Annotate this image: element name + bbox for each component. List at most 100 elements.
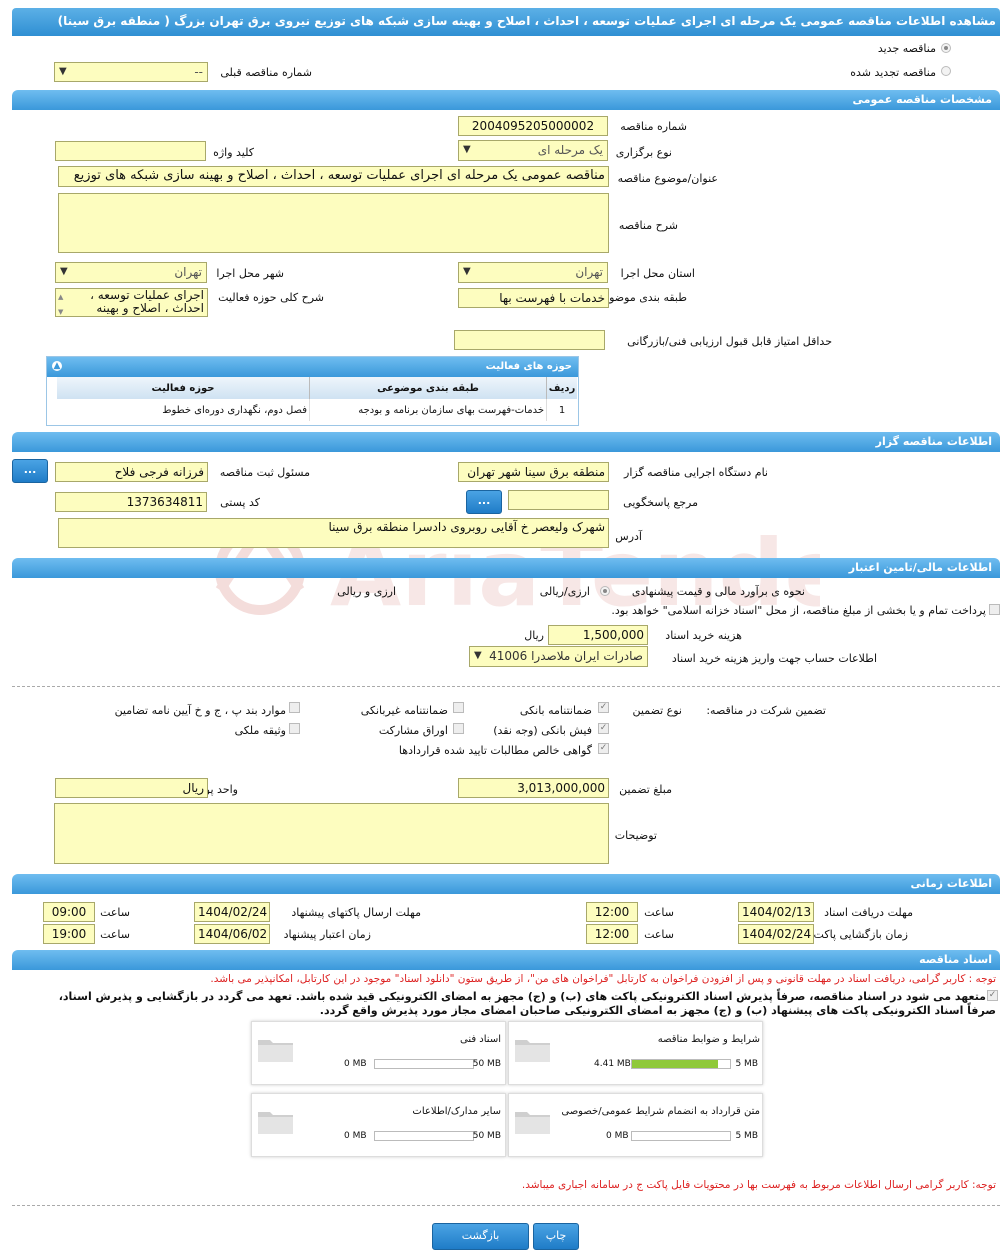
section-general: مشخصات مناقصه عمومی <box>12 90 1000 110</box>
time-label: ساعت <box>644 928 674 941</box>
folder-icon <box>513 1034 553 1067</box>
subject-field[interactable]: مناقصه عمومی یک مرحله ای اجرای عملیات تو… <box>58 166 609 187</box>
collapse-icon[interactable]: ▲ <box>52 361 62 371</box>
bank-receipt-label: فیش بانکی (وجه نقد) <box>493 724 592 737</box>
keyword-field[interactable] <box>55 141 206 161</box>
chevron-down-icon: ▼ <box>463 266 471 277</box>
scroll-up-icon[interactable]: ▲ <box>58 291 63 304</box>
city-select[interactable]: تهران ▼ <box>55 262 207 283</box>
currency-unit-field[interactable]: ریال <box>55 778 208 798</box>
opening-time[interactable]: 12:00 <box>586 924 638 944</box>
commitment-checkbox[interactable]: ✓ <box>987 990 998 1001</box>
doc-receive-date[interactable]: 1404/02/13 <box>738 902 814 922</box>
treasury-bonds-checkbox[interactable] <box>989 604 1000 615</box>
guarantee-type-label: نوع تضمین <box>632 704 682 717</box>
opening-date[interactable]: 1404/02/24 <box>738 924 814 944</box>
document-card-progress <box>374 1131 474 1141</box>
address-field[interactable]: شهرک ولیعصر خ آقایی روبروی دادسرا منطقه … <box>58 518 609 548</box>
document-card-progress <box>631 1059 731 1069</box>
document-card-used: 0 MB <box>606 1131 629 1141</box>
activity-desc-label: شرح کلی حوزه فعالیت <box>218 291 324 304</box>
activity-desc-field[interactable]: اجرای عملیات توسعه ، احداث ، اصلاح و بهی… <box>55 288 208 317</box>
renewed-tender-radio[interactable] <box>941 66 951 76</box>
send-time[interactable]: 09:00 <box>43 902 95 922</box>
account-select[interactable]: صادرات ایران ملاصدرا 41006 ▼ <box>469 646 648 667</box>
document-card-max: 50 MB <box>472 1059 501 1069</box>
postal-field[interactable]: 1373634811 <box>55 492 207 512</box>
notes-field[interactable] <box>54 803 609 864</box>
divider <box>12 1205 1000 1206</box>
renewed-tender-label: مناقصه تجدید شده <box>850 66 936 79</box>
document-card[interactable]: متن قرارداد به انضمام شرایط عمومی/خصوصی … <box>508 1093 763 1157</box>
activity-table-title: حوزه های فعالیت <box>485 361 572 372</box>
non-bank-guarantee-checkbox[interactable] <box>453 702 464 713</box>
province-select[interactable]: تهران ▼ <box>458 262 608 283</box>
document-card-max: 50 MB <box>472 1131 501 1141</box>
bank-guarantee-checkbox[interactable]: ✓ <box>598 702 609 713</box>
price-list-note: توجه: کاربر گرامی ارسال اطلاعات مربوط به… <box>521 1179 996 1191</box>
chevron-down-icon: ▼ <box>60 266 68 277</box>
account-label: اطلاعات حساب جهت واریز هزینه خرید اسناد <box>671 652 877 665</box>
document-card[interactable]: شرایط و ضوابط مناقصه 4.41 MB 5 MB <box>508 1021 763 1085</box>
responder-lookup-button[interactable]: ... <box>466 490 502 514</box>
new-tender-radio[interactable] <box>941 43 951 53</box>
org-field[interactable]: منطقه برق سینا شهر تهران <box>458 462 609 482</box>
holding-type-select[interactable]: یک مرحله ای ▼ <box>458 140 608 161</box>
col-header-activity: حوزه فعالیت <box>151 382 215 394</box>
divider <box>12 686 1000 687</box>
folder-icon <box>513 1106 553 1139</box>
registrar-field[interactable]: فرزانه فرجی فلاح <box>55 462 208 482</box>
document-card-max: 5 MB <box>735 1131 758 1141</box>
property-collateral-label: وثیقه ملکی <box>234 724 286 737</box>
document-card-used: 4.41 MB <box>594 1059 631 1069</box>
document-card[interactable]: اسناد فنی 0 MB 50 MB <box>251 1021 506 1085</box>
document-card-title: اسناد فنی <box>460 1034 501 1045</box>
guarantee-amount-field[interactable]: 3,013,000,000 <box>458 778 609 798</box>
opening-label: زمان بازگشایی پاکت ها <box>800 928 908 941</box>
doc-receive-time[interactable]: 12:00 <box>586 902 638 922</box>
send-date[interactable]: 1404/02/24 <box>194 902 270 922</box>
document-card[interactable]: سایر مدارک/اطلاعات 0 MB 50 MB <box>251 1093 506 1157</box>
property-collateral-checkbox[interactable] <box>289 723 300 734</box>
keyword-label: کلید واژه <box>213 146 254 159</box>
currency-radio[interactable] <box>600 586 610 596</box>
registrar-label: مسئول ثبت مناقصه <box>219 466 310 479</box>
currency-rial-option-label: ارزی و ریالی <box>337 585 396 598</box>
document-card-progress <box>631 1131 731 1141</box>
print-button[interactable]: چاپ <box>533 1223 579 1250</box>
table-cell: خدمات-فهرست بهای سازمان برنامه و بودجه <box>309 399 547 421</box>
description-field[interactable] <box>58 193 609 253</box>
scroll-down-icon[interactable]: ▼ <box>58 306 63 316</box>
col-header-category: طبقه بندی موضوعی <box>309 377 547 399</box>
folder-icon <box>256 1106 296 1139</box>
min-score-field[interactable] <box>454 330 605 350</box>
responder-field[interactable] <box>508 490 609 510</box>
participation-bonds-label: اوراق مشارکت <box>378 724 448 737</box>
regulation-items-checkbox[interactable] <box>289 702 300 713</box>
participation-bonds-checkbox[interactable] <box>453 723 464 734</box>
table-cell: 1 <box>546 399 577 421</box>
previous-tender-select[interactable]: -- ▼ <box>54 62 208 82</box>
notes-label: توضیحات <box>614 829 657 842</box>
category-field[interactable]: خدمات با فهرست بها <box>458 288 609 308</box>
previous-tender-label: شماره مناقصه قبلی <box>220 66 312 79</box>
doc-fee-field[interactable]: 1,500,000 <box>548 625 648 645</box>
back-button[interactable]: بازگشت <box>432 1223 529 1250</box>
document-card-used: 0 MB <box>344 1131 367 1141</box>
table-cell: فصل دوم، نگهداری دوره‌ای خطوط <box>162 404 307 416</box>
currency-option-label: ارزی/ریالی <box>539 585 590 598</box>
document-card-title: متن قرارداد به انضمام شرایط عمومی/خصوصی <box>561 1106 760 1117</box>
doc-fee-label: هزینه خرید اسناد <box>665 629 742 642</box>
non-bank-guarantee-label: ضمانتنامه غیربانکی <box>360 704 448 717</box>
bank-receipt-checkbox[interactable]: ✓ <box>598 723 609 734</box>
doc-receive-label: مهلت دریافت اسناد <box>824 906 913 919</box>
validity-date[interactable]: 1404/06/02 <box>194 924 270 944</box>
net-claims-checkbox[interactable]: ✓ <box>598 743 609 754</box>
validity-time[interactable]: 19:00 <box>43 924 95 944</box>
send-deadline-label: مهلت ارسال پاکتهای پیشنهاد <box>291 906 421 919</box>
tender-number-field[interactable]: 2004095205000002 <box>458 116 608 136</box>
table-row[interactable]: 1 خدمات-فهرست بهای سازمان برنامه و بودجه… <box>57 399 577 421</box>
registrar-lookup-button[interactable]: ... <box>12 459 48 483</box>
section-organizer: اطلاعات مناقصه گزار <box>12 432 1000 452</box>
guarantee-amount-label: مبلغ تضمین <box>619 783 672 796</box>
